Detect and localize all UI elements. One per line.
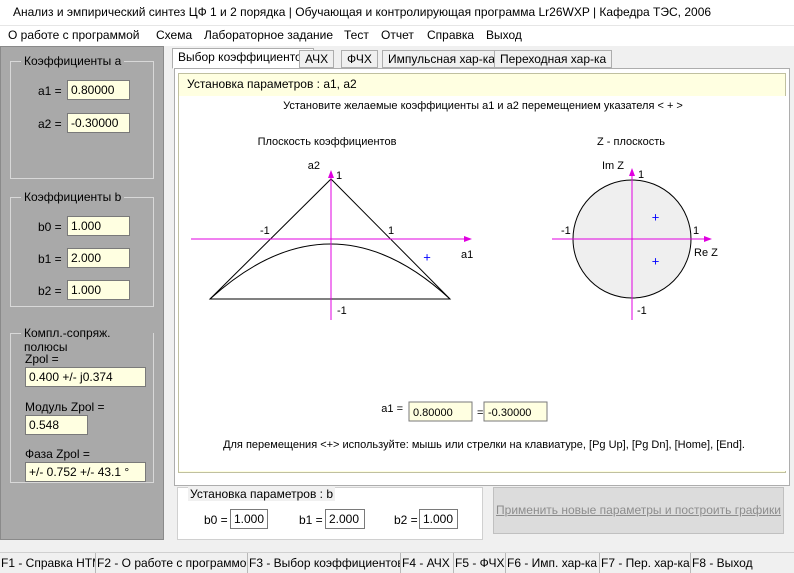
z-left-tick: -1 — [561, 225, 571, 237]
pole-upper-marker: + — [652, 209, 660, 224]
fkey-f2-about[interactable]: F2 - О работе с программой — [96, 553, 248, 573]
bottom-b1-label: b1 = — [299, 513, 323, 527]
modulus-field: 0.548 — [25, 415, 88, 435]
b1-label: b1 = — [38, 252, 62, 266]
z-right-tick: 1 — [693, 225, 699, 237]
b1-field[interactable]: 2.000 — [67, 248, 130, 268]
tab-afc[interactable]: АЧХ — [299, 50, 335, 68]
im-z-axis-arrow — [629, 168, 635, 176]
menu-lab-task[interactable]: Лабораторное задание — [204, 28, 333, 42]
a2-field[interactable]: -0.30000 — [67, 113, 130, 133]
group-coef-a-title: Коэффициенты a — [21, 54, 125, 68]
modulus-label: Модуль Zpol = — [25, 400, 105, 414]
readout-a2-value: -0.30000 — [488, 407, 531, 419]
bottom-b1-field[interactable]: 2.000 — [325, 509, 365, 529]
z-bottom-tick: -1 — [637, 305, 647, 317]
coef-plus-marker[interactable]: + — [423, 250, 431, 265]
instruction-text: Установите желаемые коэффициенты a1 и a2… — [283, 100, 683, 112]
status-bar: F1 - Справка HTML F2 - О работе с програ… — [0, 552, 794, 573]
title-bar: Анализ и эмпирический синтез ЦФ 1 и 2 по… — [0, 0, 794, 26]
menu-about[interactable]: О работе с программой — [8, 28, 139, 42]
help-text: Для перемещения <+> используйте: мышь ил… — [223, 439, 745, 451]
params-a-box: Установка параметров : a1, a2 Установите… — [178, 73, 787, 473]
zpol-label: Zpol = — [25, 352, 59, 366]
b0-field[interactable]: 1.000 — [67, 216, 130, 236]
complex-roots-parabola — [209, 243, 451, 300]
tab-impulse[interactable]: Импульсная хар-ка — [382, 50, 501, 68]
group-coef-b-title: Коэффициенты b — [21, 190, 125, 204]
z-plane-title: Z - плоскость — [597, 136, 665, 148]
fkey-f3-coefficients[interactable]: F3 - Выбор коэффициентов — [248, 553, 401, 573]
phase-label: Фаза Zpol = — [25, 447, 90, 461]
params-a-title: Установка параметров : a1, a2 — [187, 77, 357, 91]
tab-coefficients[interactable]: Выбор коэффициентов — [172, 48, 315, 69]
fkey-f6-impulse[interactable]: F6 - Имп. хар-ка — [506, 553, 600, 573]
a2-axis-arrow — [328, 170, 334, 178]
bottom-b0-label: b0 = — [204, 513, 228, 527]
group-poles: Компл.-сопряж. полюсы Zpol = 0.400 +/- j… — [10, 326, 154, 483]
pole-lower-marker: + — [652, 254, 660, 269]
a2-axis-label: a2 — [308, 160, 320, 172]
re-z-axis-arrow — [704, 236, 712, 242]
a2-label: a2 = — [38, 117, 62, 131]
planes-area: Установите желаемые коэффициенты a1 и a2… — [179, 96, 787, 471]
readout-a1-label: a1 = — [381, 403, 403, 415]
a1-axis-arrow — [464, 236, 472, 242]
menu-scheme[interactable]: Схема — [156, 28, 192, 42]
menu-test[interactable]: Тест — [344, 28, 369, 42]
coef-top-tick: 1 — [336, 170, 342, 182]
menu-report[interactable]: Отчет — [381, 28, 414, 42]
params-b-box: Установка параметров : b b0 = 1.000 b1 =… — [177, 487, 483, 540]
content-area: Выбор коэффициентов АЧХ ФЧХ Импульсная х… — [169, 46, 791, 540]
planes-svg[interactable]: Установите желаемые коэффициенты a1 и a2… — [179, 96, 787, 471]
readout-a1-value: 0.80000 — [413, 407, 453, 419]
bottom-b2-field[interactable]: 1.000 — [419, 509, 458, 529]
z-top-tick: 1 — [638, 169, 644, 181]
fkey-f4-afc[interactable]: F4 - АЧХ — [401, 553, 454, 573]
a1-label: a1 = — [38, 84, 62, 98]
a1-field[interactable]: 0.80000 — [67, 80, 130, 100]
re-z-axis-label: Re Z — [694, 247, 718, 259]
window-title: Анализ и эмпирический синтез ЦФ 1 и 2 по… — [13, 5, 712, 19]
readout-equals: = — [477, 407, 483, 419]
menu-help[interactable]: Справка — [427, 28, 474, 42]
im-z-axis-label: Im Z — [602, 160, 624, 172]
fkey-f7-step[interactable]: F7 - Пер. хар-ка — [600, 553, 691, 573]
menu-bar: О работе с программой Схема Лабораторное… — [0, 26, 794, 46]
menu-exit[interactable]: Выход — [486, 28, 522, 42]
b0-label: b0 = — [38, 220, 62, 234]
group-coef-b: Коэффициенты b b0 = 1.000 b1 = 2.000 b2 … — [10, 190, 154, 307]
coef-left-tick: -1 — [260, 225, 270, 237]
b2-field[interactable]: 1.000 — [67, 280, 130, 300]
left-panel: Коэффициенты a a1 = 0.80000 a2 = -0.3000… — [0, 46, 164, 540]
fkey-f5-pfc[interactable]: F5 - ФЧХ — [454, 553, 506, 573]
zpol-field: 0.400 +/- j0.374 — [25, 367, 146, 387]
fkey-f8-exit[interactable]: F8 - Выход — [691, 553, 794, 573]
b2-label: b2 = — [38, 284, 62, 298]
group-coef-a: Коэффициенты a a1 = 0.80000 a2 = -0.3000… — [10, 54, 154, 179]
bottom-b2-label: b2 = — [394, 513, 418, 527]
tab-panel: Установка параметров : a1, a2 Установите… — [174, 68, 790, 486]
coef-bottom-tick: -1 — [337, 305, 347, 317]
group-poles-title: Компл.-сопряж. полюсы — [21, 326, 153, 354]
bottom-b0-field[interactable]: 1.000 — [230, 509, 268, 529]
phase-field: +/- 0.752 +/- 43.1 ° — [25, 462, 146, 482]
tab-pfc[interactable]: ФЧХ — [341, 50, 378, 68]
apply-button[interactable]: Применить новые параметры и построить гр… — [493, 487, 784, 534]
coef-plane-title: Плоскость коэффициентов — [258, 136, 397, 148]
fkey-f1-help[interactable]: F1 - Справка HTML — [0, 553, 96, 573]
tab-step[interactable]: Переходная хар-ка — [494, 50, 613, 68]
coef-right-tick: 1 — [388, 225, 394, 237]
params-b-title: Установка параметров : b — [188, 487, 335, 501]
a1-axis-label: a1 — [461, 249, 473, 261]
